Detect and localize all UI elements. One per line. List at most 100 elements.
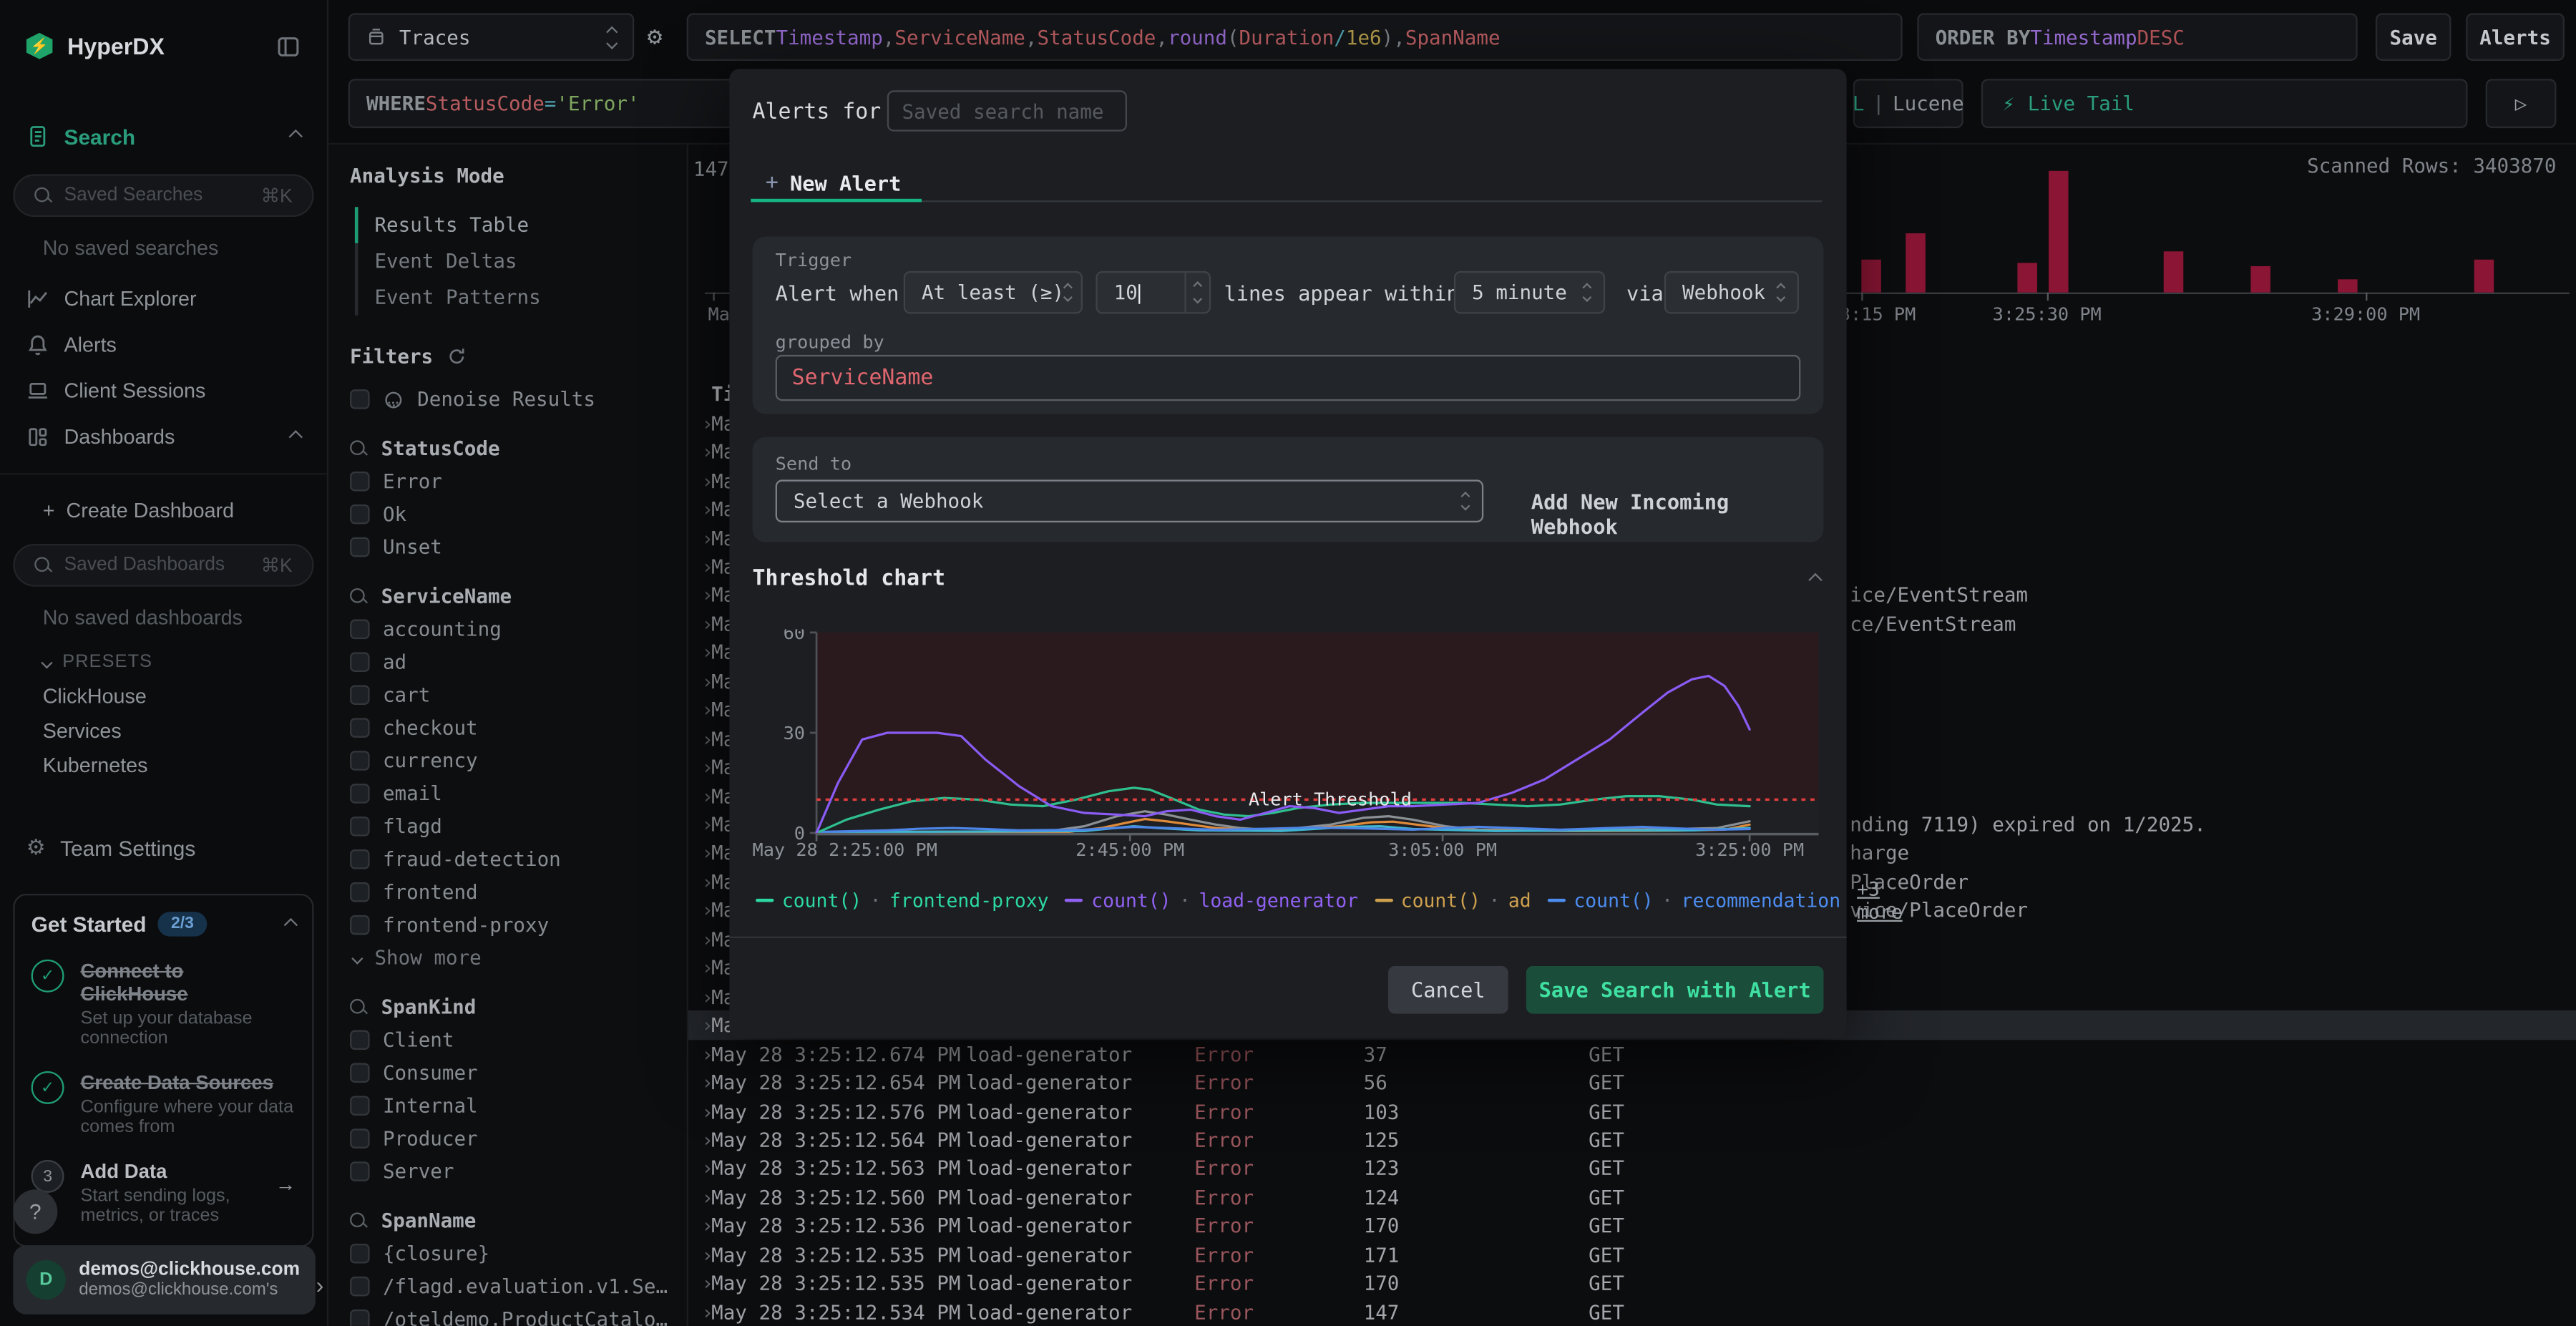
histogram-bar[interactable] — [2250, 265, 2270, 293]
add-webhook-button[interactable]: Add New Incoming Webhook — [1531, 489, 1824, 539]
filter-option[interactable]: /flagd.evaluation.v1.Se… — [350, 1275, 687, 1298]
filter-group-title[interactable]: SpanName — [381, 1209, 477, 1232]
query-language-toggle[interactable]: L | Lucene — [1853, 79, 1964, 129]
lucene-toggle-label[interactable]: Lucene — [1893, 92, 1964, 115]
checkbox[interactable] — [350, 652, 370, 673]
preset-item-kubernetes[interactable]: Kubernetes — [0, 748, 327, 782]
histogram-bar[interactable] — [1906, 233, 1926, 293]
analysis-mode-event-patterns[interactable]: Event Patterns — [358, 279, 687, 316]
number-stepper[interactable] — [1184, 273, 1209, 313]
filter-group-title[interactable]: ServiceName — [381, 585, 512, 608]
order-by-input[interactable]: ORDER BY Timestamp DESC — [1917, 13, 2358, 61]
get-started-item[interactable]: 3 Add Data Start sending logs, metrics, or… — [31, 1159, 296, 1226]
save-search-with-alert-button[interactable]: Save Search with Alert — [1526, 966, 1824, 1014]
filter-option[interactable]: Server — [350, 1160, 687, 1183]
saved-dashboards-input[interactable]: Saved Dashboards ⌘K — [13, 543, 314, 587]
table-row[interactable]: › May 28 3:25:12.535 PM load-generator Erro… — [688, 1269, 2576, 1298]
sql-toggle-label[interactable]: L — [1853, 92, 1865, 115]
filter-group-title[interactable]: StatusCode — [381, 437, 500, 460]
histogram-bar[interactable] — [1861, 259, 1881, 293]
filter-option[interactable]: checkout — [350, 716, 687, 739]
sidebar-item-chart-explorer[interactable]: Chart Explorer — [0, 276, 327, 322]
analysis-mode-event-deltas[interactable]: Event Deltas — [358, 243, 687, 280]
legend-item-recommendation[interactable]: count() · recommendation — [1547, 889, 1840, 912]
chevron-up-icon[interactable] — [283, 917, 298, 932]
checkbox[interactable] — [350, 504, 370, 525]
sidebar-item-alerts[interactable]: Alerts — [0, 322, 327, 368]
filter-option[interactable]: accounting — [350, 618, 687, 640]
checkbox[interactable] — [350, 816, 370, 837]
filter-option[interactable]: frontend — [350, 881, 687, 904]
webhook-select[interactable]: Select a Webhook — [775, 479, 1484, 523]
filter-group-title[interactable]: SpanKind — [381, 995, 477, 1018]
legend-item-ad[interactable]: count() · ad — [1374, 889, 1531, 912]
user-menu[interactable]: D demos@clickhouse.com demos@clickhouse.… — [13, 1245, 316, 1315]
time-window-select[interactable]: 5 minute — [1453, 270, 1606, 314]
checkbox[interactable] — [350, 619, 370, 640]
filter-option[interactable]: {closure} — [350, 1242, 687, 1265]
table-row[interactable]: › May 28 3:25:12.674 PM load-generator Erro… — [688, 1040, 2576, 1068]
filter-option[interactable]: flagd — [350, 815, 687, 838]
filter-option[interactable]: Error — [350, 470, 687, 493]
checkbox[interactable] — [350, 1063, 370, 1083]
legend-item-load-generator[interactable]: count() · load-generator — [1065, 889, 1358, 912]
source-select[interactable]: Traces — [348, 13, 635, 61]
cancel-button[interactable]: Cancel — [1388, 966, 1508, 1014]
checkbox[interactable] — [350, 471, 370, 492]
checkbox[interactable] — [350, 718, 370, 738]
channel-select[interactable]: Webhook — [1664, 270, 1800, 314]
filter-option[interactable]: Ok — [350, 503, 687, 526]
presets-toggle[interactable]: PRESETS — [0, 645, 327, 678]
checkbox[interactable] — [350, 751, 370, 771]
filter-option[interactable]: cart — [350, 683, 687, 706]
checkbox[interactable] — [350, 1030, 370, 1050]
saved-searches-input[interactable]: Saved Searches ⌘K — [13, 174, 314, 218]
table-row[interactable]: › May 28 3:25:12.564 PM load-generator Erro… — [688, 1126, 2576, 1154]
denoise-checkbox-row[interactable]: Denoise Results — [350, 388, 687, 411]
checkbox[interactable] — [350, 1128, 370, 1149]
filter-option[interactable]: email — [350, 782, 687, 805]
run-query-button[interactable]: ▷ — [2485, 79, 2557, 129]
checkbox[interactable] — [350, 882, 370, 902]
collapse-chart-icon[interactable] — [1808, 572, 1823, 588]
sidebar-item-search[interactable]: Search — [0, 112, 327, 161]
filter-option[interactable]: Producer — [350, 1127, 687, 1150]
table-row[interactable]: › May 28 3:25:12.654 PM load-generator Erro… — [688, 1068, 2576, 1097]
checkbox[interactable] — [350, 915, 370, 935]
get-started-item[interactable]: ✓ Create Data Sources Configure where your… — [31, 1071, 296, 1137]
filter-option[interactable]: Internal — [350, 1094, 687, 1117]
condition-select[interactable]: At least (≥) — [903, 270, 1083, 314]
refresh-icon[interactable] — [447, 346, 467, 366]
table-row[interactable]: › May 28 3:25:12.534 PM load-generator Erro… — [688, 1298, 2576, 1326]
filter-option[interactable]: frontend-proxy — [350, 914, 687, 937]
saved-search-name-input[interactable]: Saved search name — [887, 90, 1128, 132]
live-tail-button[interactable]: ⚡ Live Tail — [1981, 79, 2468, 129]
checkbox[interactable] — [350, 1096, 370, 1116]
table-row[interactable]: › May 28 3:25:12.576 PM load-generator Erro… — [688, 1097, 2576, 1126]
table-row[interactable]: › May 28 3:25:12.560 PM load-generator Erro… — [688, 1183, 2576, 1212]
analysis-mode-results-table[interactable]: Results Table — [354, 207, 687, 243]
grouped-by-input[interactable]: ServiceName — [775, 354, 1801, 401]
help-button[interactable]: ? — [13, 1189, 58, 1234]
sidebar-item-team-settings[interactable]: ⚙ Team Settings — [0, 825, 327, 871]
sidebar-item-client-sessions[interactable]: Client Sessions — [0, 368, 327, 414]
filter-option[interactable]: fraud-detection — [350, 848, 687, 871]
threshold-count-input[interactable]: 10 — [1096, 270, 1211, 314]
table-row[interactable]: › May 28 3:25:12.535 PM load-generator Erro… — [688, 1241, 2576, 1269]
checkbox[interactable] — [350, 849, 370, 869]
filter-option[interactable]: currency — [350, 749, 687, 772]
histogram-bar[interactable] — [2338, 279, 2358, 293]
filter-option[interactable]: ad — [350, 650, 687, 673]
checkbox[interactable] — [350, 685, 370, 705]
checkbox[interactable] — [350, 1309, 370, 1326]
select-query-input[interactable]: SELECT Timestamp, ServiceName, StatusCode,… — [686, 13, 1903, 61]
table-row[interactable]: › May 28 3:25:12.536 PM load-generator Erro… — [688, 1212, 2576, 1240]
histogram-bar[interactable] — [2049, 170, 2069, 293]
checkbox[interactable] — [350, 389, 370, 409]
checkbox[interactable] — [350, 1244, 370, 1264]
get-started-item[interactable]: ✓ Connect to ClickHouse Set up your databa… — [31, 959, 296, 1048]
save-button[interactable]: Save — [2375, 13, 2451, 61]
checkbox[interactable] — [350, 784, 370, 804]
checkbox[interactable] — [350, 1161, 370, 1181]
show-more-button[interactable]: Show more — [374, 946, 481, 969]
